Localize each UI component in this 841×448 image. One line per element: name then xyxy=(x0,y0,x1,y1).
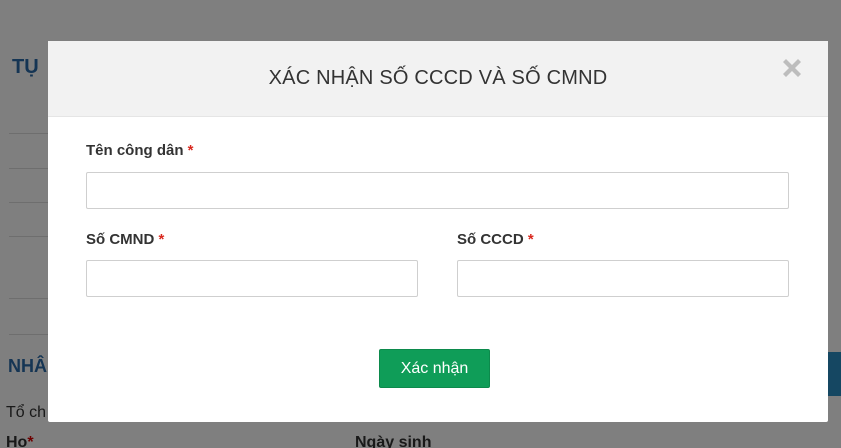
cccd-label: Số CCCD * xyxy=(457,231,534,248)
close-button[interactable] xyxy=(777,53,807,83)
confirm-id-modal: XÁC NHẬN SỐ CCCD VÀ SỐ CMND Tên công dân… xyxy=(48,41,828,422)
cmnd-input[interactable] xyxy=(86,260,418,297)
cccd-input[interactable] xyxy=(457,260,789,297)
confirm-button[interactable]: Xác nhận xyxy=(379,349,490,388)
citizen-name-input[interactable] xyxy=(86,172,789,209)
required-marker: * xyxy=(527,231,534,248)
modal-header: XÁC NHẬN SỐ CCCD VÀ SỐ CMND xyxy=(48,41,828,117)
required-marker: * xyxy=(158,231,165,248)
close-x-icon xyxy=(783,59,801,77)
cmnd-label: Số CMND * xyxy=(86,231,165,248)
modal-title: XÁC NHẬN SỐ CCCD VÀ SỐ CMND xyxy=(268,67,608,89)
citizen-name-label: Tên công dân * xyxy=(86,142,194,159)
required-marker: * xyxy=(187,142,194,159)
